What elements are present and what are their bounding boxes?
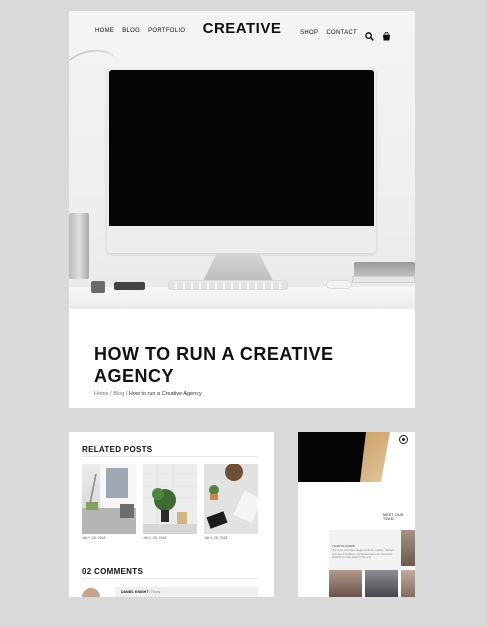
related-post-thumb-1[interactable] bbox=[82, 464, 136, 534]
comment-author: DANIEL KNIGHT / Reply bbox=[121, 590, 160, 594]
comment-reply-link[interactable]: / Reply bbox=[149, 590, 160, 594]
team-portrait-4[interactable] bbox=[401, 570, 415, 597]
search-icon[interactable] bbox=[365, 28, 374, 41]
phone-image bbox=[114, 282, 145, 290]
breadcrumb-separator-2: / bbox=[125, 391, 128, 397]
keyboard-image bbox=[168, 280, 288, 290]
related-post-thumb-2[interactable] bbox=[143, 464, 197, 534]
monitor-image bbox=[107, 68, 376, 253]
play-icon[interactable] bbox=[399, 435, 408, 444]
nav-shop-link[interactable]: SHOP bbox=[300, 30, 318, 36]
breadcrumb-home[interactable]: Home bbox=[94, 391, 109, 397]
mouse-image bbox=[326, 280, 352, 289]
team-portrait-2[interactable] bbox=[329, 570, 362, 597]
nav-right: SHOP CONTACT bbox=[300, 28, 391, 41]
clip-image bbox=[91, 281, 105, 293]
monitor-stand bbox=[203, 253, 273, 281]
comments-divider bbox=[82, 578, 258, 579]
team-member-text: The Team Innovative design works for cre… bbox=[332, 549, 395, 559]
top-nav: HOME BLOG PORTFOLIO CREATIVE SHOP CONTAC… bbox=[69, 11, 415, 51]
related-post-date-3: JULY, 25, 2018 bbox=[204, 536, 228, 540]
team-heading: MEET OUR TEAM bbox=[383, 513, 404, 521]
breadcrumb-separator: / bbox=[110, 391, 112, 397]
related-post-date-1: JULY, 25, 2018 bbox=[82, 536, 106, 540]
post-title: HOW TO RUN A CREATIVE AGENCY bbox=[94, 344, 334, 386]
team-page-preview: MEET OUR TEAM TEAM PLAYERS The Team Inno… bbox=[298, 432, 415, 597]
breadcrumb-current: How to run a Creative Agency bbox=[128, 391, 202, 397]
related-posts-title: RELATED POSTS bbox=[82, 445, 153, 454]
comments-title: 02 COMMENTS bbox=[82, 567, 144, 576]
team-portrait-1[interactable] bbox=[401, 530, 415, 566]
hero-photo: HOME BLOG PORTFOLIO CREATIVE SHOP CONTAC… bbox=[69, 11, 415, 309]
related-post-thumb-3[interactable] bbox=[204, 464, 258, 534]
related-posts-divider bbox=[82, 456, 258, 457]
related-posts-card: RELATED POSTS JULY, 25, 2018 JULY, 25, 2… bbox=[69, 432, 274, 597]
hero-card: HOME BLOG PORTFOLIO CREATIVE SHOP CONTAC… bbox=[69, 11, 415, 408]
desk-surface bbox=[69, 287, 415, 309]
comment-avatar bbox=[82, 588, 100, 597]
cart-icon[interactable] bbox=[382, 28, 391, 41]
team-member-label: TEAM PLAYERS bbox=[332, 544, 355, 548]
monitor-screen bbox=[109, 70, 374, 226]
breadcrumb-blog[interactable]: Blog bbox=[113, 391, 124, 397]
related-post-date-2: JULY, 25, 2018 bbox=[143, 536, 167, 540]
speaker-image bbox=[69, 213, 89, 279]
breadcrumb: Home / Blog / How to run a Creative Agen… bbox=[94, 391, 202, 397]
nav-contact-link[interactable]: CONTACT bbox=[326, 30, 357, 36]
team-portrait-3[interactable] bbox=[365, 570, 398, 597]
team-hero bbox=[298, 432, 415, 482]
notebook-image bbox=[352, 276, 415, 283]
comment-author-name[interactable]: DANIEL KNIGHT bbox=[121, 590, 148, 594]
